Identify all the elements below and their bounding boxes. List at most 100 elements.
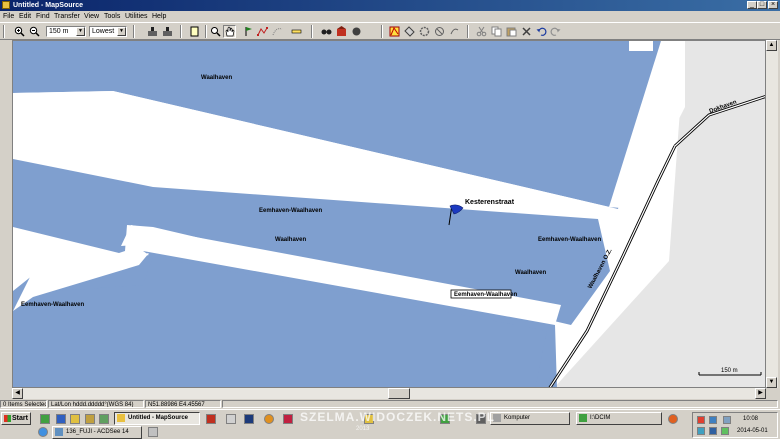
vertical-scrollbar[interactable]: ▲ ▼	[766, 40, 778, 388]
app-red-icon[interactable]	[283, 414, 293, 424]
quicklaunch-globe-icon[interactable]	[40, 414, 50, 424]
toolbar: 150 m ▼ Lowest ▼	[0, 22, 780, 40]
scroll-left-icon[interactable]: ◀	[12, 388, 23, 399]
minimize-button[interactable]: _	[747, 1, 757, 9]
menu-edit[interactable]: Edit	[19, 12, 31, 21]
scroll-up-icon[interactable]: ▲	[766, 40, 777, 51]
close-button[interactable]: ×	[768, 1, 778, 9]
waypoint-tool-icon[interactable]	[242, 25, 255, 38]
system-tray: 10:08 2014-05-01	[692, 412, 778, 438]
status-position-format: Lat/Lon hddd.ddddd°(WGS 84)	[48, 400, 144, 408]
cut-icon[interactable]	[475, 25, 488, 38]
maximize-button[interactable]: □	[757, 1, 767, 9]
delete-icon[interactable]	[520, 25, 533, 38]
map-canvas[interactable]: Waalhaven Eemhaven-Waalhaven Waalhaven E…	[13, 41, 766, 388]
tray-app-1-icon[interactable]	[206, 414, 216, 424]
app-firefox-icon[interactable]	[668, 414, 678, 424]
task-acdsee[interactable]: 136_FUJI - ACDSee 14	[52, 426, 142, 439]
window-title: Untitled - MapSource	[13, 2, 84, 9]
acdsee-icon	[55, 428, 63, 436]
scroll-down-icon[interactable]: ▼	[766, 377, 777, 388]
task-dcim-folder[interactable]: I:\DCIM	[576, 412, 662, 425]
clock-date[interactable]: 2014-05-01	[737, 428, 768, 434]
find-nearest-icon[interactable]	[350, 25, 363, 38]
speaker-icon[interactable]	[723, 416, 731, 424]
chevron-down-icon: ▼	[117, 27, 126, 36]
zoom-out-icon[interactable]	[28, 25, 41, 38]
tray-icon-4[interactable]	[697, 427, 705, 435]
windows-logo-icon	[4, 415, 11, 422]
gear-icon[interactable]	[418, 25, 431, 38]
status-empty-cell	[222, 400, 778, 408]
menu-bar: File Edit Find Transfer View Tools Utili…	[0, 11, 780, 22]
tray-icon-6[interactable]	[721, 427, 729, 435]
menu-tools[interactable]: Tools	[104, 12, 120, 21]
map-product-icon[interactable]	[388, 25, 401, 38]
label-eemhaven-left: Eemhaven-Waalhaven	[21, 302, 84, 308]
tray-icon-1[interactable]	[697, 416, 705, 424]
map-detail-select[interactable]: Lowest ▼	[89, 26, 127, 37]
track-tool-icon[interactable]	[271, 25, 284, 38]
label-eemhaven-boxed: Eemhaven-Waalhaven	[454, 292, 517, 298]
app-small-icon[interactable]	[148, 427, 158, 437]
undo-icon[interactable]	[535, 25, 548, 38]
photoshop-icon[interactable]	[244, 414, 254, 424]
watermark-year: 2013	[356, 426, 370, 432]
zoom-scale-select[interactable]: 150 m ▼	[46, 26, 86, 37]
clock-time[interactable]: 10:08	[743, 416, 758, 422]
receive-from-device-icon[interactable]	[146, 25, 159, 38]
selection-tool-icon[interactable]	[188, 25, 201, 38]
copy-icon[interactable]	[490, 25, 503, 38]
title-bar: Untitled - MapSource _ □ ×	[0, 0, 780, 11]
horizontal-scroll-thumb[interactable]	[388, 388, 410, 399]
scale-label: 150 m	[721, 368, 738, 374]
task-komputer[interactable]: Komputer	[490, 412, 570, 425]
start-button[interactable]: Start	[1, 412, 31, 425]
folder-icon	[579, 414, 587, 422]
find-places-icon[interactable]	[320, 25, 333, 38]
status-coordinates: N51.88986 E4.45567	[145, 400, 221, 408]
quicklaunch-ie-icon[interactable]	[56, 414, 66, 424]
label-waalhaven-top: Waalhaven	[201, 75, 232, 81]
tray-icon-2[interactable]	[709, 416, 717, 424]
quicklaunch-folder-icon[interactable]	[70, 414, 80, 424]
menu-file[interactable]: File	[3, 12, 14, 21]
menu-find[interactable]: Find	[36, 12, 50, 21]
menu-help[interactable]: Help	[152, 12, 166, 21]
distance-bearing-tool-icon[interactable]	[290, 25, 303, 38]
label-eemhaven-mid: Eemhaven-Waalhaven	[259, 208, 322, 214]
quicklaunch-notepad-icon[interactable]	[99, 414, 109, 424]
redo-icon[interactable]	[549, 25, 562, 38]
map-sets-icon[interactable]	[433, 25, 446, 38]
tray-app-2-icon[interactable]	[226, 414, 236, 424]
mapsource-app-icon	[2, 1, 10, 9]
scroll-right-icon[interactable]: ▶	[755, 388, 766, 399]
label-waalhaven-mid: Waalhaven	[275, 237, 306, 243]
menu-transfer[interactable]: Transfer	[54, 12, 80, 21]
status-bar: 0 Items Selected Lat/Lon hddd.ddddd°(WGS…	[0, 399, 780, 409]
unlock-maps-icon[interactable]	[448, 25, 461, 38]
label-waalhaven-right: Waalhaven	[515, 270, 546, 276]
menu-utilities[interactable]: Utilities	[125, 12, 148, 21]
hand-pan-tool-icon[interactable]	[223, 25, 236, 38]
paste-icon[interactable]	[505, 25, 518, 38]
task-mapsource[interactable]: Untitled - MapSource	[114, 412, 200, 425]
mapsource-icon	[117, 414, 125, 422]
chevron-down-icon: ▼	[76, 27, 85, 36]
label-eemhaven-right: Eemhaven-Waalhaven	[538, 237, 601, 243]
quicklaunch-tools-icon[interactable]	[85, 414, 95, 424]
app-orange-icon[interactable]	[264, 414, 274, 424]
route-tool-icon[interactable]	[256, 25, 269, 38]
zoom-tool-icon[interactable]	[209, 25, 222, 38]
network-icon[interactable]	[709, 427, 717, 435]
send-to-device-icon[interactable]	[161, 25, 174, 38]
status-items-selected: 0 Items Selected	[0, 400, 47, 408]
horizontal-scrollbar[interactable]: ◀ ▶	[12, 388, 766, 399]
find-address-icon[interactable]	[335, 25, 348, 38]
waypoint-label: Kesterenstraat	[465, 199, 515, 206]
map-tool-icon[interactable]	[403, 25, 416, 38]
chrome-icon[interactable]	[38, 427, 48, 437]
menu-view[interactable]: View	[84, 12, 99, 21]
zoom-in-icon[interactable]	[13, 25, 26, 38]
map-view[interactable]: Waalhaven Eemhaven-Waalhaven Waalhaven E…	[12, 40, 766, 388]
